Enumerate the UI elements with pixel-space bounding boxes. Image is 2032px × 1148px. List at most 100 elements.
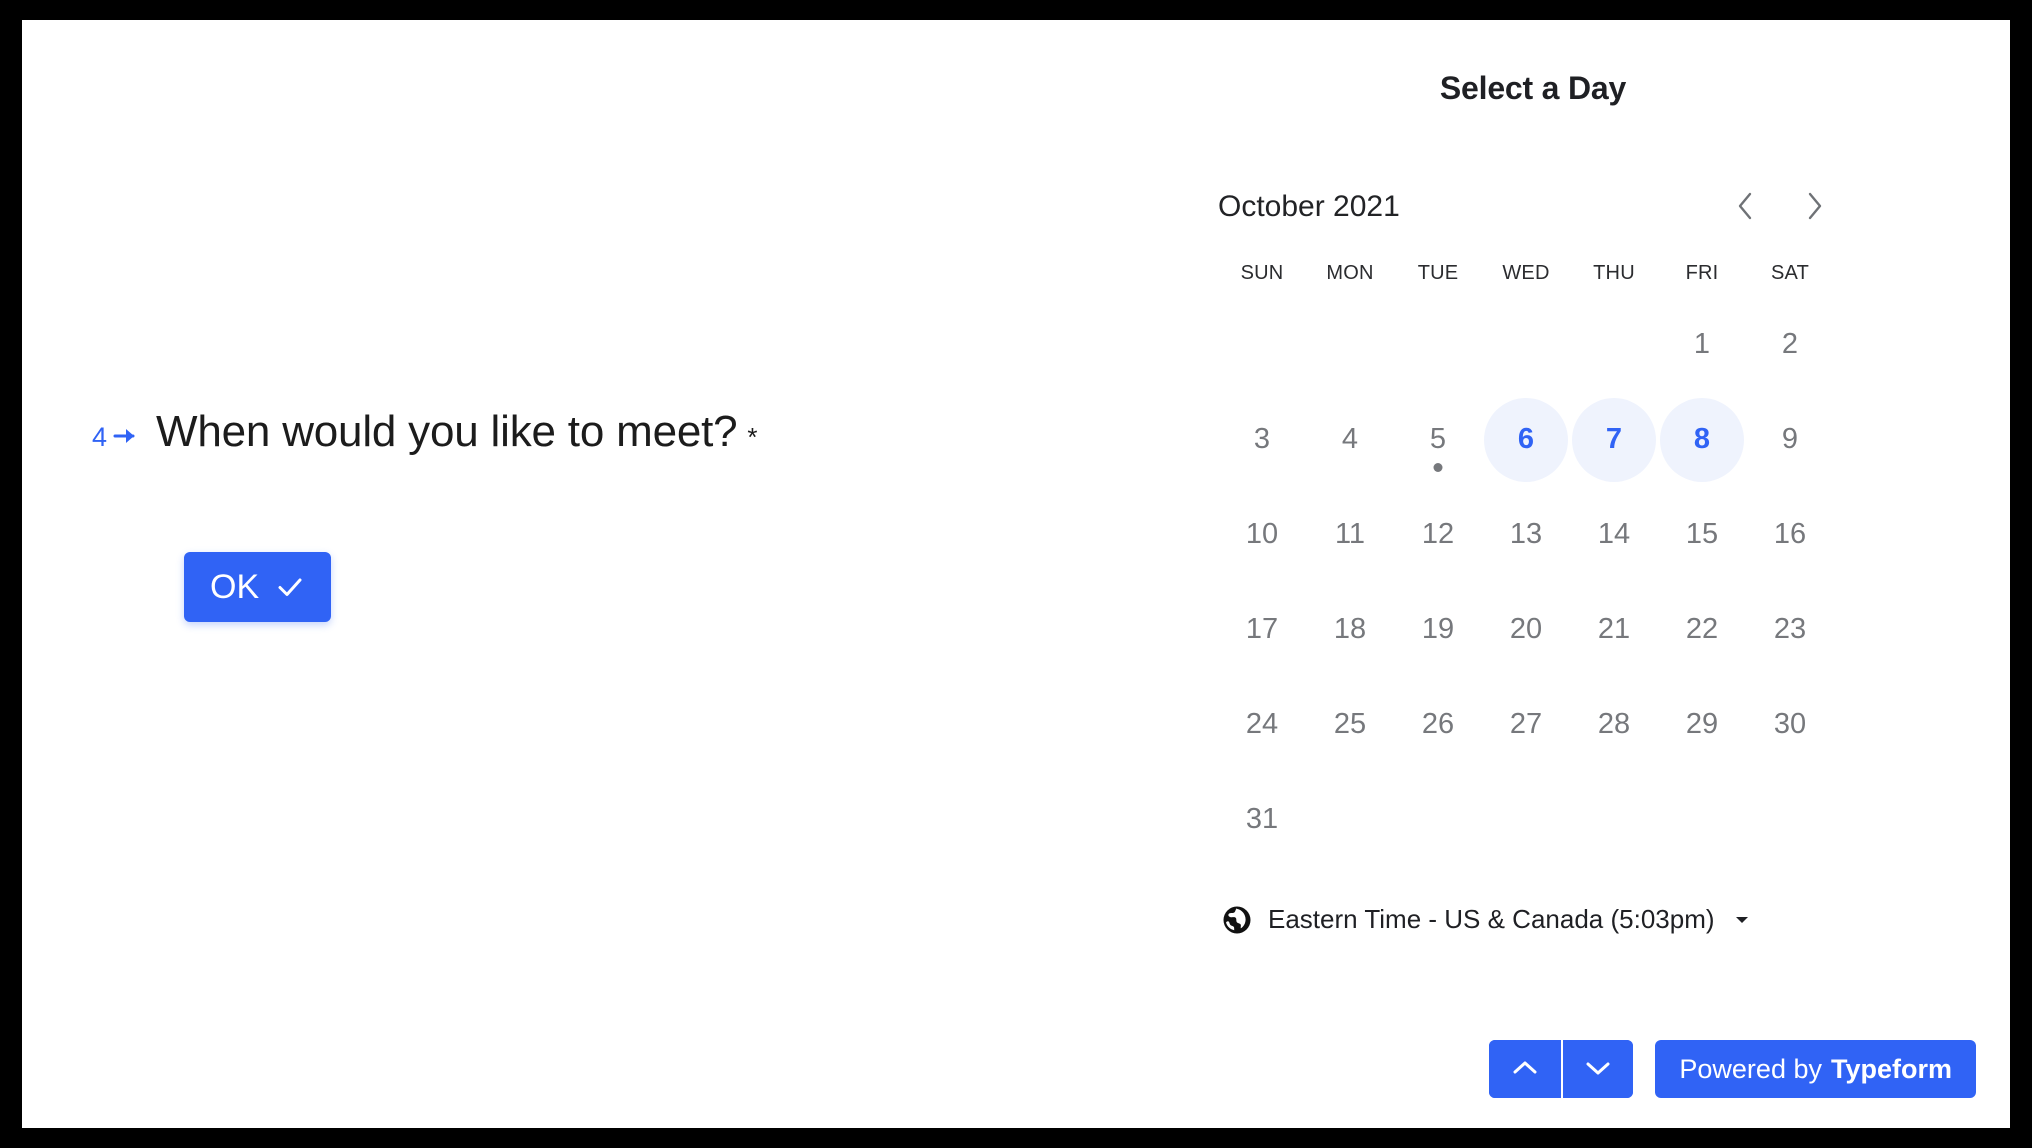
calendar-day-cell: 24 <box>1218 677 1306 772</box>
calendar-day-21: 21 <box>1572 588 1656 672</box>
calendar-day-15: 15 <box>1660 493 1744 577</box>
question-pager <box>1489 1040 1633 1098</box>
calendar-day-cell: 30 <box>1746 677 1834 772</box>
calendar-day-cell: 5 <box>1394 392 1482 487</box>
chevron-down-icon <box>1584 1058 1612 1081</box>
calendar-day-cell: 29 <box>1658 677 1746 772</box>
calendar-day-cell: 27 <box>1482 677 1570 772</box>
bottom-controls: Powered by Typeform <box>1489 1040 1976 1098</box>
calendar-day-cell: 6 <box>1482 392 1570 487</box>
calendar-day-cell: 14 <box>1570 487 1658 582</box>
calendar-day-cell: 21 <box>1570 582 1658 677</box>
calendar-day-26: 26 <box>1396 683 1480 767</box>
weekday-header-fri: FRI <box>1658 262 1746 285</box>
calendar-day-8[interactable]: 8 <box>1660 398 1744 482</box>
calendar-day-13: 13 <box>1484 493 1568 577</box>
calendar-day-empty <box>1570 297 1658 392</box>
calendar-day-18: 18 <box>1308 588 1392 672</box>
calendar-header: October 2021 <box>1218 180 1834 234</box>
arrow-right-icon <box>112 425 138 452</box>
calendar-day-31: 31 <box>1220 778 1304 862</box>
calendar-day-24: 24 <box>1220 683 1304 767</box>
calendar-day-cell: 11 <box>1306 487 1394 582</box>
calendar-nav <box>1732 190 1834 224</box>
chevron-right-icon <box>1805 190 1825 225</box>
calendar-day-cell: 8 <box>1658 392 1746 487</box>
calendar-day-cell: 26 <box>1394 677 1482 772</box>
calendar-day-1: 1 <box>1660 303 1744 387</box>
calendar-month-label: October 2021 <box>1218 190 1400 224</box>
calendar-day-17: 17 <box>1220 588 1304 672</box>
calendar-day-6[interactable]: 6 <box>1484 398 1568 482</box>
calendar-day-27: 27 <box>1484 683 1568 767</box>
calendar-day-cell: 22 <box>1658 582 1746 677</box>
calendar-day-cell: 13 <box>1482 487 1570 582</box>
ok-button-label: OK <box>210 568 259 607</box>
page-title: When would you like to meet? <box>156 408 737 456</box>
timezone-label: Eastern Time - US & Canada (5:03pm) <box>1268 904 1715 935</box>
chevron-left-icon <box>1735 190 1755 225</box>
calendar-day-30: 30 <box>1748 683 1832 767</box>
calendar-day-empty <box>1482 297 1570 392</box>
calendar-day-cell: 31 <box>1218 772 1306 867</box>
weekday-header-thu: THU <box>1570 262 1658 285</box>
required-marker: * <box>747 422 757 453</box>
calendar-day-cell: 25 <box>1306 677 1394 772</box>
prev-month-button[interactable] <box>1732 190 1758 224</box>
calendar-widget: October 2021 <box>1218 180 1834 867</box>
weekday-header-wed: WED <box>1482 262 1570 285</box>
typeform-brand-label: Typeform <box>1831 1054 1952 1085</box>
calendar-day-25: 25 <box>1308 683 1392 767</box>
calendar-day-cell: 19 <box>1394 582 1482 677</box>
calendar-day-28: 28 <box>1572 683 1656 767</box>
question-heading: 4 When would you like to meet? * <box>92 408 1092 456</box>
calendar-day-grid: 1234567891011121314151617181920212223242… <box>1218 297 1834 867</box>
calendar-day-23: 23 <box>1748 588 1832 672</box>
calendar-day-29: 29 <box>1660 683 1744 767</box>
question-pane: 4 When would you like to meet? * OK <box>22 20 1162 1128</box>
check-icon <box>275 572 305 602</box>
previous-question-button[interactable] <box>1489 1040 1561 1098</box>
calendar-day-cell: 3 <box>1218 392 1306 487</box>
calendar-day-empty <box>1394 297 1482 392</box>
powered-by-prefix: Powered by <box>1679 1054 1822 1085</box>
calendar-day-12: 12 <box>1396 493 1480 577</box>
calendar-day-cell: 23 <box>1746 582 1834 677</box>
timezone-selector[interactable]: Eastern Time - US & Canada (5:03pm) <box>1222 904 1751 935</box>
chevron-up-icon <box>1511 1058 1539 1081</box>
today-indicator-dot <box>1434 463 1443 472</box>
calendar-weekday-header: SUNMONTUEWEDTHUFRISAT <box>1218 262 1834 285</box>
calendar-day-cell: 15 <box>1658 487 1746 582</box>
weekday-header-mon: MON <box>1306 262 1394 285</box>
calendar-day-4: 4 <box>1308 398 1392 482</box>
calendar-day-7[interactable]: 7 <box>1572 398 1656 482</box>
calendar-day-19: 19 <box>1396 588 1480 672</box>
calendar-day-empty <box>1218 297 1306 392</box>
calendar-day-cell: 20 <box>1482 582 1570 677</box>
calendar-day-cell: 18 <box>1306 582 1394 677</box>
calendar-day-20: 20 <box>1484 588 1568 672</box>
calendar-day-9: 9 <box>1748 398 1832 482</box>
powered-by-typeform-badge[interactable]: Powered by Typeform <box>1655 1040 1976 1098</box>
calendar-day-22: 22 <box>1660 588 1744 672</box>
calendar-day-3: 3 <box>1220 398 1304 482</box>
calendar-day-11: 11 <box>1308 493 1392 577</box>
question-block: 4 When would you like to meet? * <box>92 408 1092 456</box>
calendar-day-5: 5 <box>1396 398 1480 482</box>
calendar-day-empty <box>1306 297 1394 392</box>
calendar-day-cell: 16 <box>1746 487 1834 582</box>
calendar-day-cell: 10 <box>1218 487 1306 582</box>
weekday-header-tue: TUE <box>1394 262 1482 285</box>
weekday-header-sun: SUN <box>1218 262 1306 285</box>
next-question-button[interactable] <box>1561 1040 1633 1098</box>
caret-down-icon <box>1733 911 1751 929</box>
calendar-day-10: 10 <box>1220 493 1304 577</box>
globe-icon <box>1222 905 1252 935</box>
calendar-day-cell: 4 <box>1306 392 1394 487</box>
question-number: 4 <box>92 424 107 451</box>
next-month-button[interactable] <box>1802 190 1828 224</box>
ok-button[interactable]: OK <box>184 552 331 622</box>
form-page: 4 When would you like to meet? * OK <box>22 20 2010 1128</box>
calendar-day-cell: 28 <box>1570 677 1658 772</box>
calendar-day-14: 14 <box>1572 493 1656 577</box>
